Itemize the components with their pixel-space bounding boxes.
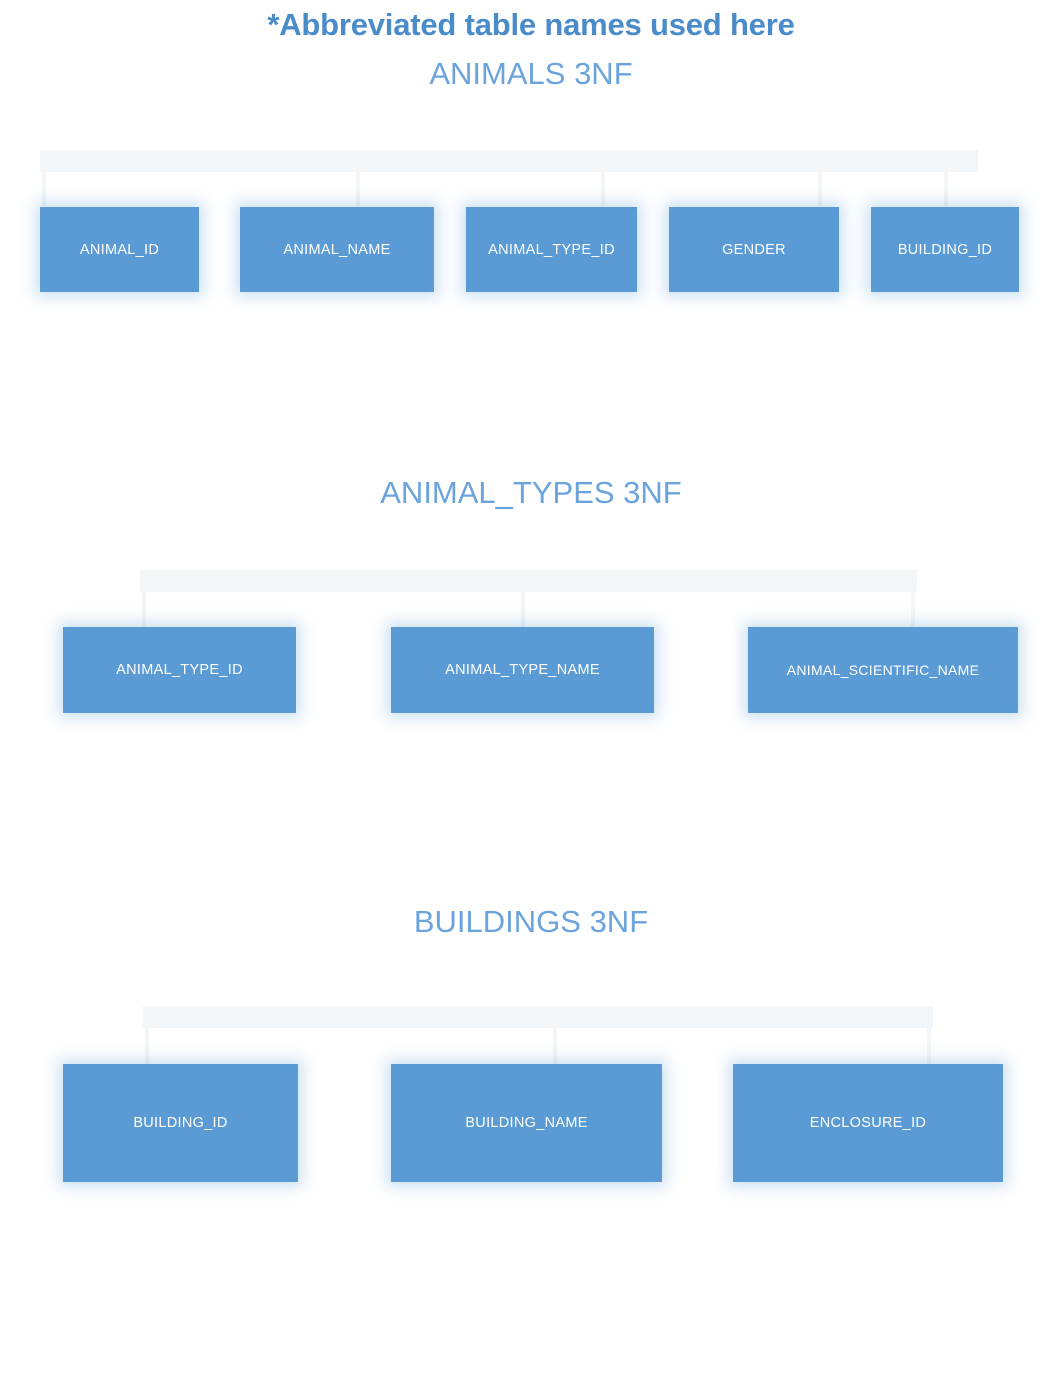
connector-trunk <box>40 150 978 172</box>
section-title-buildings: BUILDINGS 3NF <box>413 904 649 939</box>
section-title-animals: ANIMALS 3NF <box>429 56 633 91</box>
connector-drop <box>521 570 525 627</box>
node-animal-type-name[interactable]: ANIMAL_TYPE_NAME <box>391 627 654 713</box>
connector-drop <box>927 1006 931 1064</box>
connector-trunk <box>143 1006 933 1028</box>
connector-drop <box>818 150 822 207</box>
node-building-id[interactable]: BUILDING_ID <box>871 207 1019 292</box>
org-chart-buildings: BUILDING_ID BUILDING_NAME ENCLOSURE_ID <box>0 1000 1062 1210</box>
node-animal-name[interactable]: ANIMAL_NAME <box>240 207 434 292</box>
node-animal-scientific-name[interactable]: ANIMAL_SCIENTIFIC_NAME <box>748 627 1018 713</box>
connector-drop <box>944 150 948 207</box>
section-title-animal-types: ANIMAL_TYPES 3NF <box>380 475 682 510</box>
org-chart-animal-types: ANIMAL_TYPE_ID ANIMAL_TYPE_NAME ANIMAL_S… <box>0 562 1062 737</box>
node-gender[interactable]: GENDER <box>669 207 839 292</box>
node-enclosure-id[interactable]: ENCLOSURE_ID <box>733 1064 1003 1182</box>
abbreviated-names-note: *Abbreviated table names used here <box>267 7 795 42</box>
connector-drop <box>142 570 146 627</box>
node-animal-id[interactable]: ANIMAL_ID <box>40 207 199 292</box>
connector-drop <box>553 1006 557 1064</box>
org-chart-animals: ANIMAL_ID ANIMAL_NAME ANIMAL_TYPE_ID GEN… <box>0 140 1062 315</box>
node-animal-type-id[interactable]: ANIMAL_TYPE_ID <box>63 627 296 713</box>
connector-drop <box>145 1006 149 1064</box>
connector-trunk <box>140 570 917 592</box>
connector-drop <box>356 150 360 207</box>
connector-drop <box>42 150 46 207</box>
connector-drop <box>911 570 915 627</box>
node-animal-type-id[interactable]: ANIMAL_TYPE_ID <box>466 207 637 292</box>
node-building-name[interactable]: BUILDING_NAME <box>391 1064 662 1182</box>
connector-drop <box>601 150 605 207</box>
node-building-id[interactable]: BUILDING_ID <box>63 1064 298 1182</box>
